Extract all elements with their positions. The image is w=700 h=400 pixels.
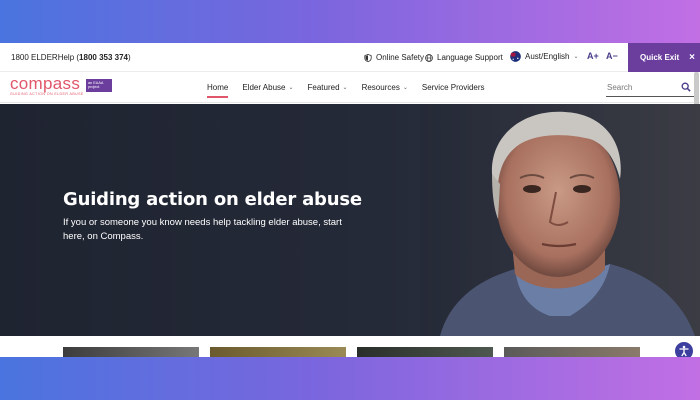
quick-exit-label: Quick Exit [640, 53, 680, 62]
quick-exit-button[interactable]: Quick Exit × [628, 43, 700, 72]
browser-page: 1800 ELDERHelp (1800 353 374) Online Saf… [0, 43, 700, 357]
nav-item-service-providers[interactable]: Service Providers [422, 72, 485, 103]
utility-bar: 1800 ELDERHelp (1800 353 374) Online Saf… [0, 43, 700, 72]
search-icon[interactable] [681, 82, 691, 92]
globe-icon [425, 53, 433, 62]
online-safety-label: Online Safety [376, 53, 425, 62]
chevron-down-icon: ⌄ [573, 54, 579, 60]
nav-item-label: Resources [361, 83, 400, 92]
hero-title: Guiding action on elder abuse [63, 189, 362, 210]
text-increase-label: A+ [587, 51, 599, 61]
logo-tagline: GUIDING ACTION ON ELDER ABUSE [10, 92, 84, 96]
accessibility-icon [679, 345, 689, 357]
search-placeholder: Search [607, 83, 633, 92]
language-support-label: Language Support [437, 53, 503, 62]
hero-banner: Guiding action on elder abuse If you or … [0, 104, 700, 336]
chevron-down-icon: ⌄ [342, 85, 348, 91]
hero-portrait-image [420, 104, 700, 336]
helpline-label: 1800 ELDERHelp ( [11, 53, 80, 62]
main-nav: compass GUIDING ACTION ON ELDER ABUSE an… [0, 72, 700, 103]
nav-item-label: Elder Abuse [242, 83, 286, 92]
helpline-paren: ) [127, 53, 131, 62]
feature-card-image[interactable] [63, 347, 199, 357]
nav-item-label: Home [207, 83, 229, 92]
language-support-link[interactable]: Language Support [425, 53, 503, 62]
shield-icon [364, 53, 372, 62]
nav-item-label: Service Providers [421, 83, 485, 92]
feature-card-image[interactable] [210, 347, 346, 357]
feature-cards [0, 336, 700, 357]
text-decrease-button[interactable]: A− [606, 51, 618, 61]
feature-card-image[interactable] [357, 347, 493, 357]
australia-flag-icon [510, 51, 521, 62]
nav-item-elder-abuse[interactable]: Elder Abuse ⌄ [242, 72, 293, 103]
text-decrease-label: A− [606, 51, 618, 61]
locale-label: Aust/English [525, 52, 570, 61]
nav-menu: Home Elder Abuse ⌄ Featured ⌄ Resources … [207, 72, 499, 103]
feature-card-image[interactable] [504, 347, 640, 357]
chevron-down-icon: ⌄ [288, 85, 294, 91]
helpline-number: 1800 353 374 [79, 53, 128, 62]
logo-badge: an EAAA project [86, 79, 112, 92]
helpline[interactable]: 1800 ELDERHelp (1800 353 374) [11, 53, 131, 62]
search-input[interactable]: Search [606, 79, 694, 97]
accessibility-button[interactable] [673, 340, 695, 357]
text-increase-button[interactable]: A+ [587, 51, 599, 61]
logo-wordmark: compass [10, 74, 81, 93]
nav-item-featured[interactable]: Featured ⌄ [308, 72, 348, 103]
chevron-down-icon: ⌄ [402, 85, 408, 91]
compass-logo[interactable]: compass GUIDING ACTION ON ELDER ABUSE an… [10, 74, 112, 96]
nav-item-resources[interactable]: Resources ⌄ [362, 72, 408, 103]
hero-subtitle: If you or someone you know needs help ta… [63, 217, 342, 242]
online-safety-link[interactable]: Online Safety [364, 53, 424, 62]
close-icon: × [689, 52, 695, 63]
nav-item-home[interactable]: Home [207, 72, 229, 103]
locale-selector[interactable]: Aust/English ⌄ [510, 51, 579, 62]
nav-item-label: Featured [307, 83, 340, 92]
